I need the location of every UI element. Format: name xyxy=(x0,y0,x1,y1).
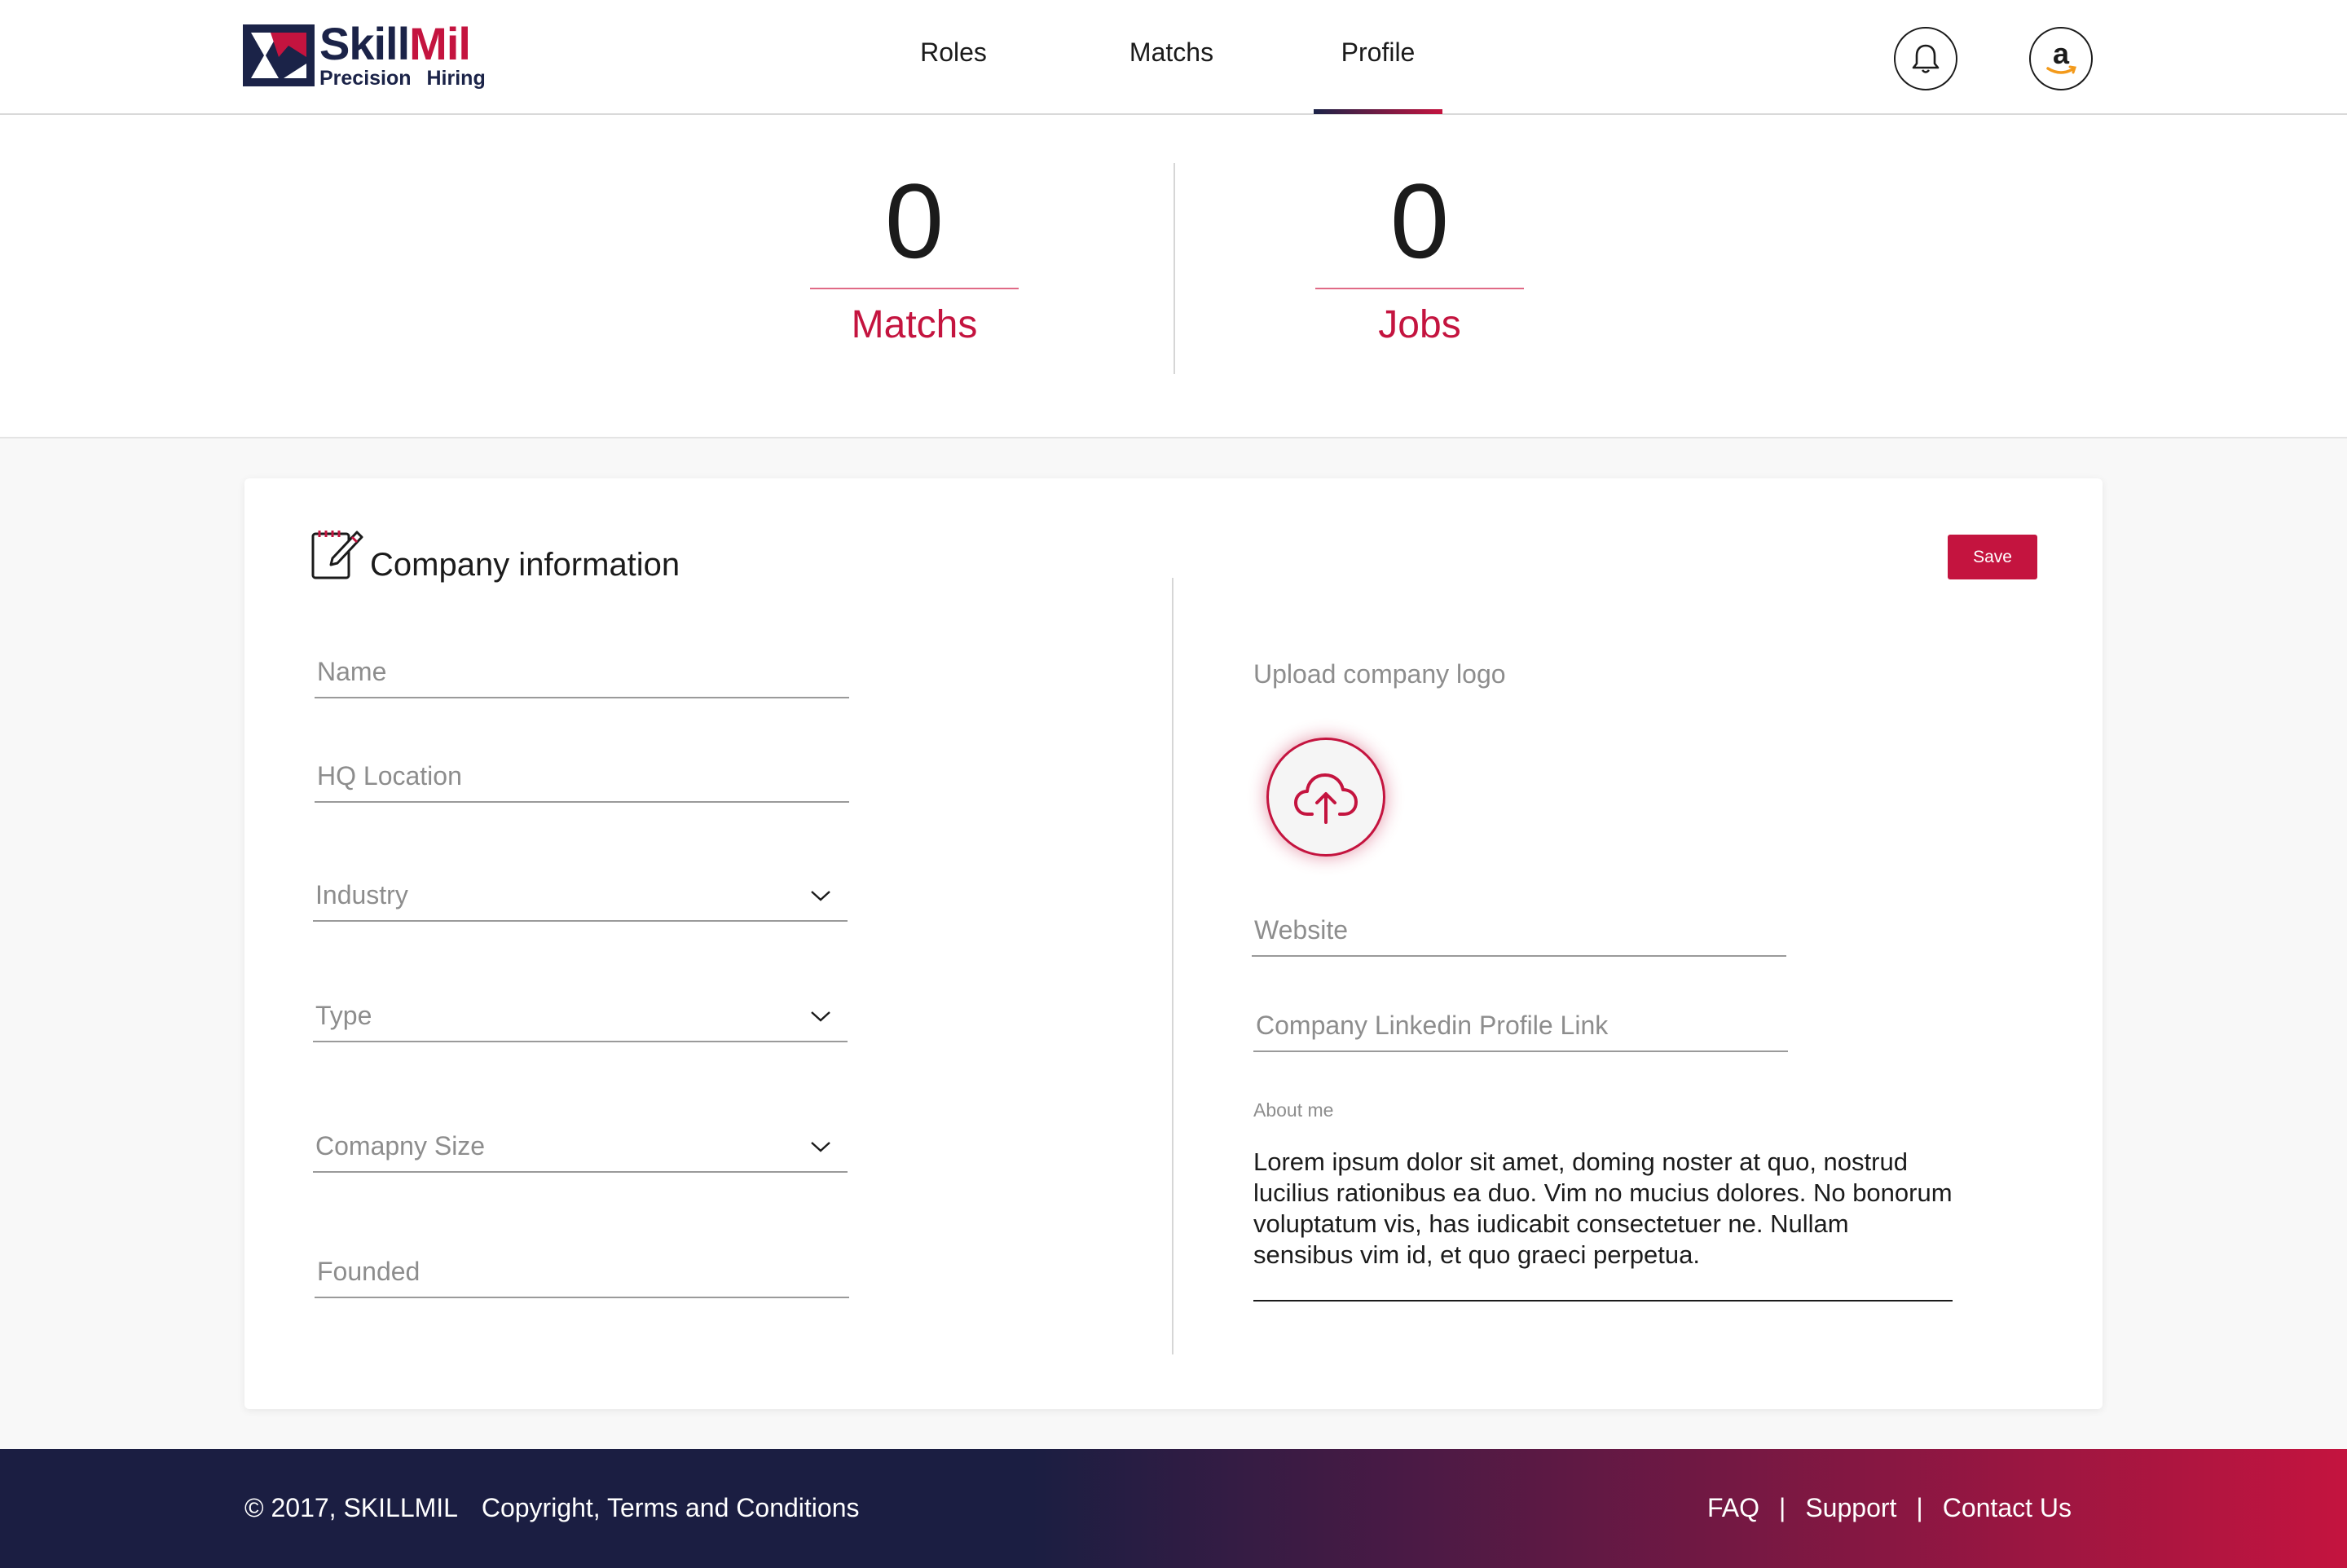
jobs-count: 0 xyxy=(1389,161,1450,280)
nav-item-roles[interactable]: Roles xyxy=(905,37,1002,114)
brand-tagline: Precision Hiring xyxy=(319,67,486,90)
linkedin-field[interactable]: Company Linkedin Profile Link xyxy=(1253,995,1788,1052)
footer-separator: | xyxy=(1916,1493,1923,1522)
top-nav-bar: SkillMil Precision Hiring Roles Matchs P… xyxy=(0,0,2347,115)
cloud-upload-icon xyxy=(1294,773,1358,824)
card-title: Company information xyxy=(370,547,680,583)
nav-item-profile[interactable]: Profile xyxy=(1314,37,1442,114)
skillmil-logo[interactable]: SkillMil Precision Hiring xyxy=(243,18,487,90)
notifications-button[interactable] xyxy=(1894,27,1957,90)
matchs-label: Matchs xyxy=(851,303,978,346)
copyright-text: © 2017, SKILLMIL xyxy=(244,1493,458,1522)
svg-text:a: a xyxy=(2053,37,2070,70)
amazon-logo-icon: a xyxy=(2046,37,2076,74)
chevron-down-icon xyxy=(811,891,830,901)
linkedin-placeholder: Company Linkedin Profile Link xyxy=(1256,1011,1609,1040)
website-field[interactable]: Website xyxy=(1252,900,1786,957)
industry-placeholder: Industry xyxy=(315,880,408,910)
stats-section: 0 Matchs 0 Jobs xyxy=(0,115,2347,438)
jobs-label: Jobs xyxy=(1378,303,1461,346)
website-placeholder: Website xyxy=(1254,915,1349,945)
about-me-textarea[interactable]: Lorem ipsum dolor sit amet, doming noste… xyxy=(1253,1147,1953,1271)
founded-placeholder: Founded xyxy=(317,1257,421,1286)
matchs-stat[interactable]: 0 Matchs xyxy=(810,164,1019,347)
company-size-placeholder: Comapny Size xyxy=(315,1131,486,1161)
company-size-select[interactable]: Comapny Size xyxy=(313,1116,848,1173)
terms-link[interactable]: Copyright, Terms and Conditions xyxy=(482,1493,860,1522)
founded-field[interactable]: Founded xyxy=(315,1241,849,1298)
stat-divider-line xyxy=(810,288,1019,289)
footer-links: FAQ | Support | Contact Us xyxy=(1707,1493,2072,1523)
footer-separator: | xyxy=(1779,1493,1786,1522)
faq-link[interactable]: FAQ xyxy=(1707,1493,1759,1522)
contact-us-link[interactable]: Contact Us xyxy=(1943,1493,2072,1522)
chevron-down-icon xyxy=(811,1142,830,1152)
chevron-down-icon xyxy=(811,1011,830,1022)
name-placeholder: Name xyxy=(317,657,387,686)
nav-item-matchs[interactable]: Matchs xyxy=(1116,37,1226,114)
jobs-stat[interactable]: 0 Jobs xyxy=(1315,164,1524,347)
save-button[interactable]: Save xyxy=(1948,535,2037,579)
type-select[interactable]: Type xyxy=(313,985,848,1042)
footer-left: © 2017, SKILLMIL Copyright, Terms and Co… xyxy=(244,1493,859,1523)
about-me-label: About me xyxy=(1253,1099,1334,1121)
support-link[interactable]: Support xyxy=(1805,1493,1896,1522)
name-field[interactable]: Name xyxy=(315,641,849,698)
footer: © 2017, SKILLMIL Copyright, Terms and Co… xyxy=(0,1449,2347,1568)
stat-divider-line xyxy=(1315,288,1524,289)
type-placeholder: Type xyxy=(315,1001,372,1030)
brand-name: SkillMil xyxy=(319,18,471,69)
hq-location-field[interactable]: HQ Location xyxy=(315,746,849,803)
card-vertical-divider xyxy=(1172,578,1174,1354)
about-me-underline xyxy=(1253,1300,1953,1302)
bell-icon xyxy=(1912,44,1940,73)
stats-vertical-divider xyxy=(1174,163,1175,374)
company-avatar-button[interactable]: a xyxy=(2029,27,2093,90)
upload-logo-label: Upload company logo xyxy=(1253,659,1506,689)
company-info-card: Company information Save Name HQ Locatio… xyxy=(244,478,2103,1409)
industry-select[interactable]: Industry xyxy=(313,865,848,922)
skillmil-logo-mark-icon xyxy=(243,24,315,86)
upload-logo-button[interactable] xyxy=(1266,738,1385,857)
edit-notepad-icon xyxy=(311,531,363,579)
hq-location-placeholder: HQ Location xyxy=(317,761,462,791)
matchs-count: 0 xyxy=(884,161,945,280)
active-tab-indicator xyxy=(1314,109,1442,114)
